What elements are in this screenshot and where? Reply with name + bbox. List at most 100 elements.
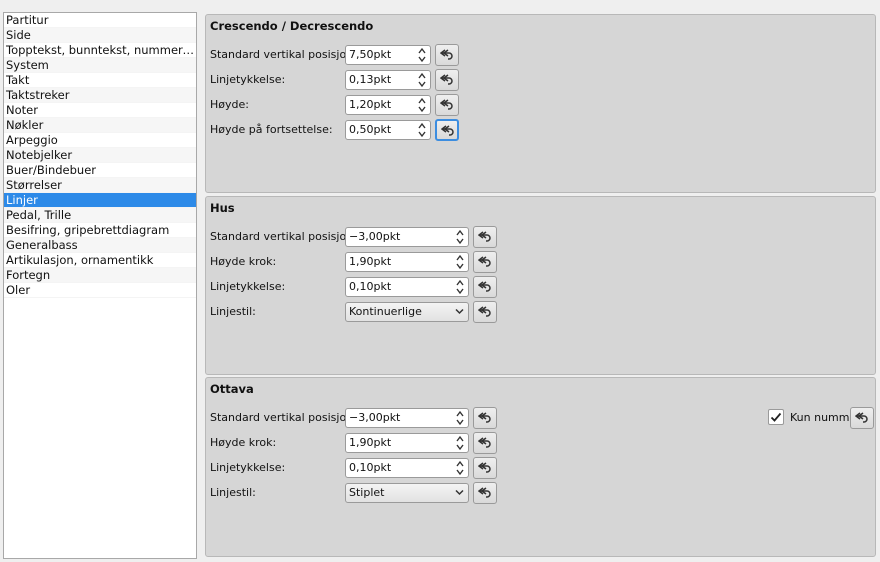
field-label: Standard vertikal posisjon: bbox=[210, 48, 357, 61]
spin-arrows-icon[interactable] bbox=[417, 122, 427, 138]
sidebar-item-fortegn[interactable]: Fortegn bbox=[4, 268, 196, 283]
sidebar-item-besifring[interactable]: Besifring, gripebrettdiagram bbox=[4, 223, 196, 238]
hairpin-continued-height-spinbox[interactable]: 0,50pkt bbox=[345, 120, 431, 140]
spin-arrows-icon[interactable] bbox=[455, 435, 465, 451]
sidebar-item-header-footer[interactable]: Topptekst, bunntekst, nummereri… bbox=[4, 43, 196, 58]
field-label: Linjestil: bbox=[210, 486, 256, 499]
sidebar-item-noter[interactable]: Noter bbox=[4, 103, 196, 118]
spinbox-value: 1,90pkt bbox=[349, 436, 392, 449]
reset-button[interactable] bbox=[473, 457, 497, 479]
sidebar-item-takt[interactable]: Takt bbox=[4, 73, 196, 88]
volta-section: Hus Standard vertikal posisjon: −3,00pkt… bbox=[205, 196, 876, 375]
field-label: Linjestil: bbox=[210, 305, 256, 318]
reset-button[interactable] bbox=[435, 119, 459, 141]
spinbox-value: 1,90pkt bbox=[349, 255, 392, 268]
ottava-vertical-position-spinbox[interactable]: −3,00pkt bbox=[345, 408, 469, 428]
spin-arrows-icon[interactable] bbox=[455, 229, 465, 245]
spinbox-value: −3,00pkt bbox=[349, 230, 401, 243]
reset-undo-icon bbox=[478, 412, 491, 423]
reset-button[interactable] bbox=[473, 251, 497, 273]
spinbox-value: 7,50pkt bbox=[349, 48, 392, 61]
reset-button[interactable] bbox=[435, 44, 459, 66]
reset-undo-icon bbox=[441, 125, 454, 136]
reset-button[interactable] bbox=[850, 407, 874, 429]
reset-undo-icon bbox=[478, 256, 491, 267]
spin-arrows-icon[interactable] bbox=[455, 460, 465, 476]
sidebar-item-buer[interactable]: Buer/Bindebuer bbox=[4, 163, 196, 178]
ottava-line-style-dropdown[interactable]: Stiplet bbox=[345, 483, 469, 503]
sidebar-item-oler[interactable]: Oler bbox=[4, 283, 196, 298]
volta-line-thickness-spinbox[interactable]: 0,10pkt bbox=[345, 277, 469, 297]
reset-undo-icon bbox=[478, 437, 491, 448]
sidebar-item-nokler[interactable]: Nøkler bbox=[4, 118, 196, 133]
hairpin-vertical-position-spinbox[interactable]: 7,50pkt bbox=[345, 45, 431, 65]
field-label: Linjetykkelse: bbox=[210, 461, 286, 474]
reset-undo-icon bbox=[440, 99, 453, 110]
reset-undo-icon bbox=[440, 49, 453, 60]
sidebar-item-taktstreker[interactable]: Taktstreker bbox=[4, 88, 196, 103]
hairpin-line-thickness-spinbox[interactable]: 0,13pkt bbox=[345, 70, 431, 90]
field-label: Standard vertikal posisjon: bbox=[210, 230, 357, 243]
ottava-line-thickness-spinbox[interactable]: 0,10pkt bbox=[345, 458, 469, 478]
reset-undo-icon bbox=[440, 74, 453, 85]
spin-arrows-icon[interactable] bbox=[417, 47, 427, 63]
reset-undo-icon bbox=[478, 462, 491, 473]
reset-button[interactable] bbox=[435, 69, 459, 91]
reset-undo-icon bbox=[478, 281, 491, 292]
spin-arrows-icon[interactable] bbox=[417, 72, 427, 88]
sidebar-item-storrelser[interactable]: Størrelser bbox=[4, 178, 196, 193]
field-label: Høyde på fortsettelse: bbox=[210, 123, 333, 136]
reset-button[interactable] bbox=[473, 276, 497, 298]
checkmark-icon bbox=[770, 412, 782, 422]
hairpin-height-spinbox[interactable]: 1,20pkt bbox=[345, 95, 431, 115]
section-title: Hus bbox=[210, 201, 235, 215]
reset-button[interactable] bbox=[473, 301, 497, 323]
volta-hook-height-spinbox[interactable]: 1,90pkt bbox=[345, 252, 469, 272]
sidebar-item-artikulasjon[interactable]: Artikulasjon, ornamentikk bbox=[4, 253, 196, 268]
sidebar-item-notebjelker[interactable]: Notebjelker bbox=[4, 148, 196, 163]
hairpin-section: Crescendo / Decrescendo Standard vertika… bbox=[205, 14, 876, 193]
sidebar-item-linjer[interactable]: Linjer bbox=[4, 193, 196, 208]
field-label: Høyde: bbox=[210, 98, 249, 111]
section-title: Ottava bbox=[210, 382, 254, 396]
numbers-only-checkbox[interactable] bbox=[768, 409, 784, 425]
sidebar-item-generalbass[interactable]: Generalbass bbox=[4, 238, 196, 253]
sidebar-item-side[interactable]: Side bbox=[4, 28, 196, 43]
sidebar-item-partitur[interactable]: Partitur bbox=[4, 13, 196, 28]
spinbox-value: 0,50pkt bbox=[349, 123, 392, 136]
dropdown-value: Kontinuerlige bbox=[349, 305, 422, 318]
volta-vertical-position-spinbox[interactable]: −3,00pkt bbox=[345, 227, 469, 247]
field-label: Linjetykkelse: bbox=[210, 280, 286, 293]
spinbox-value: 0,10pkt bbox=[349, 280, 392, 293]
chevron-down-icon bbox=[455, 489, 464, 496]
reset-button[interactable] bbox=[473, 482, 497, 504]
spinbox-value: 1,20pkt bbox=[349, 98, 392, 111]
spinbox-value: 0,10pkt bbox=[349, 461, 392, 474]
dropdown-value: Stiplet bbox=[349, 486, 385, 499]
sidebar-item-system[interactable]: System bbox=[4, 58, 196, 73]
reset-button[interactable] bbox=[435, 94, 459, 116]
ottava-hook-height-spinbox[interactable]: 1,90pkt bbox=[345, 433, 469, 453]
ottava-section: Ottava Standard vertikal posisjon: −3,00… bbox=[205, 377, 876, 557]
field-label: Høyde krok: bbox=[210, 436, 277, 449]
volta-line-style-dropdown[interactable]: Kontinuerlige bbox=[345, 302, 469, 322]
chevron-down-icon bbox=[455, 308, 464, 315]
sidebar-item-arpeggio[interactable]: Arpeggio bbox=[4, 133, 196, 148]
reset-button[interactable] bbox=[473, 226, 497, 248]
reset-undo-icon bbox=[855, 412, 868, 423]
reset-undo-icon bbox=[478, 306, 491, 317]
spinbox-value: −3,00pkt bbox=[349, 411, 401, 424]
spinbox-value: 0,13pkt bbox=[349, 73, 392, 86]
field-label: Linjetykkelse: bbox=[210, 73, 286, 86]
spin-arrows-icon[interactable] bbox=[455, 410, 465, 426]
reset-undo-icon bbox=[478, 487, 491, 498]
spin-arrows-icon[interactable] bbox=[455, 279, 465, 295]
spin-arrows-icon[interactable] bbox=[417, 97, 427, 113]
field-label: Standard vertikal posisjon: bbox=[210, 411, 357, 424]
reset-button[interactable] bbox=[473, 432, 497, 454]
field-label: Høyde krok: bbox=[210, 255, 277, 268]
style-category-list[interactable]: Partitur Side Topptekst, bunntekst, numm… bbox=[3, 12, 197, 559]
reset-button[interactable] bbox=[473, 407, 497, 429]
spin-arrows-icon[interactable] bbox=[455, 254, 465, 270]
sidebar-item-pedal-trille[interactable]: Pedal, Trille bbox=[4, 208, 196, 223]
